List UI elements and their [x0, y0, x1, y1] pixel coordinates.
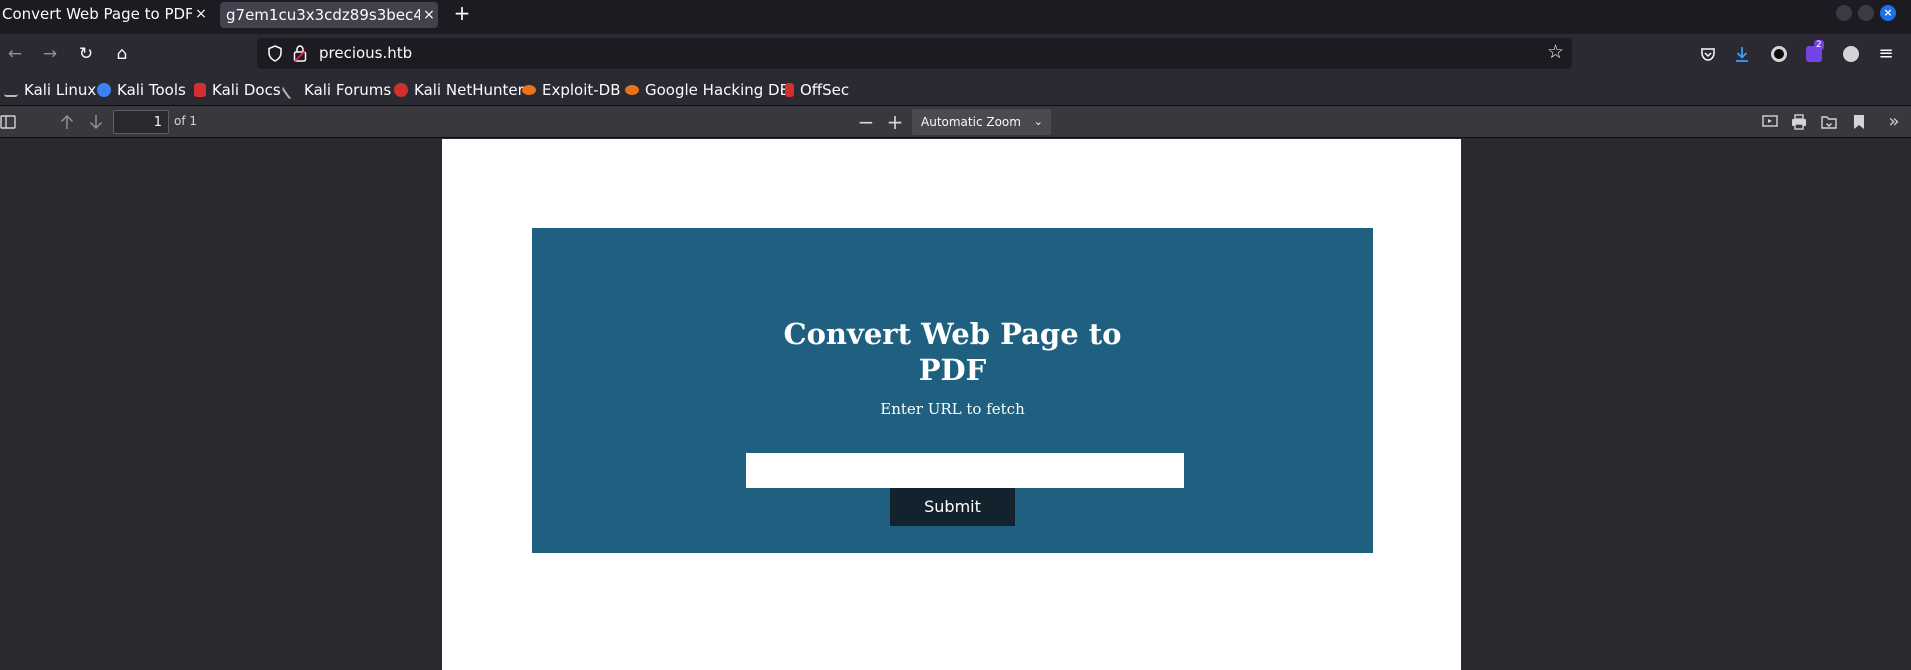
- kali-tools-icon: [97, 83, 111, 97]
- zoom-value: Automatic Zoom: [921, 115, 1021, 129]
- tab-convert-web-page[interactable]: Convert Web Page to PDF ×: [0, 0, 210, 28]
- page-title-line1: Convert Web Page to: [783, 317, 1122, 351]
- bookmark-exploit-db[interactable]: Exploit-DB: [522, 79, 621, 101]
- back-button[interactable]: ←: [3, 42, 27, 66]
- bookmark-label: OffSec: [800, 81, 850, 99]
- previous-page-icon[interactable]: [59, 114, 75, 130]
- downloads-icon[interactable]: [1734, 45, 1750, 63]
- presentation-mode-icon[interactable]: [1762, 115, 1778, 129]
- offsec-icon: [785, 83, 794, 97]
- bookmark-kali-nethunter[interactable]: Kali NetHunter: [394, 79, 524, 101]
- url-text: precious.htb: [319, 44, 413, 62]
- maximize-button[interactable]: [1858, 5, 1874, 21]
- extension-badge: 2: [1814, 40, 1824, 50]
- extension-circle-icon[interactable]: [1771, 46, 1787, 62]
- bookmark-label: Exploit-DB: [542, 81, 621, 99]
- next-page-icon[interactable]: [88, 114, 104, 130]
- pocket-icon[interactable]: [1700, 46, 1716, 62]
- close-window-button[interactable]: ×: [1880, 5, 1896, 21]
- extension-purple-icon[interactable]: 2: [1806, 40, 1824, 62]
- tab-pdf-file[interactable]: g7em1cu3x3cdz89s3bec486 ×: [220, 2, 438, 28]
- kali-dragon-icon: [4, 83, 18, 97]
- tools-chevron-icon[interactable]: »: [1882, 110, 1906, 134]
- bookmark-icon[interactable]: [1853, 114, 1865, 130]
- tab-title: Convert Web Page to PDF: [2, 5, 192, 23]
- extension-gray-icon[interactable]: [1843, 46, 1859, 62]
- ghdb-icon: [625, 85, 639, 95]
- kali-docs-icon: [194, 83, 206, 97]
- submit-button[interactable]: Submit: [890, 488, 1015, 526]
- bookmark-offsec[interactable]: OffSec: [785, 79, 849, 101]
- new-tab-button[interactable]: +: [450, 2, 474, 26]
- bookmark-kali-docs[interactable]: Kali Docs: [194, 79, 281, 101]
- pdf-viewer[interactable]: Convert Web Page to PDF Enter URL to fet…: [0, 139, 1911, 670]
- bookmark-label: Kali NetHunter: [414, 81, 524, 99]
- exploit-db-icon: [522, 85, 536, 95]
- url-bar[interactable]: precious.htb ☆: [257, 38, 1572, 69]
- tab-close-icon[interactable]: ×: [420, 7, 438, 23]
- bookmark-star-icon[interactable]: ☆: [1547, 41, 1564, 63]
- tab-title: g7em1cu3x3cdz89s3bec486: [226, 6, 420, 24]
- pdf-toolbar: of 1 − + Automatic Zoom ⌄ »: [0, 106, 1911, 138]
- reload-button[interactable]: ↻: [74, 42, 98, 66]
- kali-forums-icon: [281, 80, 301, 100]
- bookmark-label: Kali Linux: [24, 81, 97, 99]
- bookmarks-bar: Kali Linux Kali Tools Kali Docs Kali For…: [0, 74, 1911, 106]
- zoom-in-button[interactable]: +: [883, 110, 907, 134]
- url-prompt-label: Enter URL to fetch: [880, 400, 1025, 418]
- forward-button[interactable]: →: [38, 42, 62, 66]
- bookmark-label: Kali Docs: [212, 81, 281, 99]
- tab-close-icon[interactable]: ×: [192, 6, 210, 22]
- bookmark-kali-linux[interactable]: Kali Linux: [4, 79, 96, 101]
- shield-icon[interactable]: [267, 45, 283, 62]
- zoom-select[interactable]: Automatic Zoom ⌄: [912, 109, 1051, 135]
- kali-nethunter-icon: [394, 83, 408, 97]
- bookmark-google-hacking-db[interactable]: Google Hacking DB: [625, 79, 790, 101]
- page-title: Convert Web Page to PDF: [532, 316, 1373, 388]
- app-menu-button[interactable]: ≡: [1874, 42, 1898, 66]
- save-icon[interactable]: [1821, 115, 1837, 129]
- chevron-down-icon: ⌄: [1033, 115, 1043, 128]
- bookmark-label: Kali Tools: [117, 81, 186, 99]
- minimize-button[interactable]: [1836, 5, 1852, 21]
- tab-bar: Convert Web Page to PDF × g7em1cu3x3cdz8…: [0, 0, 1911, 34]
- lock-warning-icon[interactable]: [293, 45, 307, 62]
- zoom-out-button[interactable]: −: [854, 110, 878, 134]
- sidebar-toggle-icon[interactable]: [0, 115, 16, 129]
- home-button[interactable]: ⌂: [110, 42, 134, 66]
- print-icon[interactable]: [1791, 114, 1807, 130]
- pdf-page: Convert Web Page to PDF Enter URL to fet…: [442, 139, 1461, 670]
- page-number-input[interactable]: [113, 110, 169, 134]
- page-count-label: of 1: [174, 114, 198, 128]
- form-card: Convert Web Page to PDF Enter URL to fet…: [532, 228, 1373, 553]
- navigation-bar: ← → ↻ ⌂ precious.htb ☆ 2 ≡: [0, 34, 1911, 74]
- url-input[interactable]: [746, 453, 1184, 488]
- bookmark-kali-tools[interactable]: Kali Tools: [97, 79, 186, 101]
- bookmark-kali-forums[interactable]: Kali Forums: [281, 79, 392, 101]
- bookmark-label: Kali Forums: [304, 81, 392, 99]
- bookmark-label: Google Hacking DB: [645, 81, 790, 99]
- page-title-line2: PDF: [918, 353, 987, 387]
